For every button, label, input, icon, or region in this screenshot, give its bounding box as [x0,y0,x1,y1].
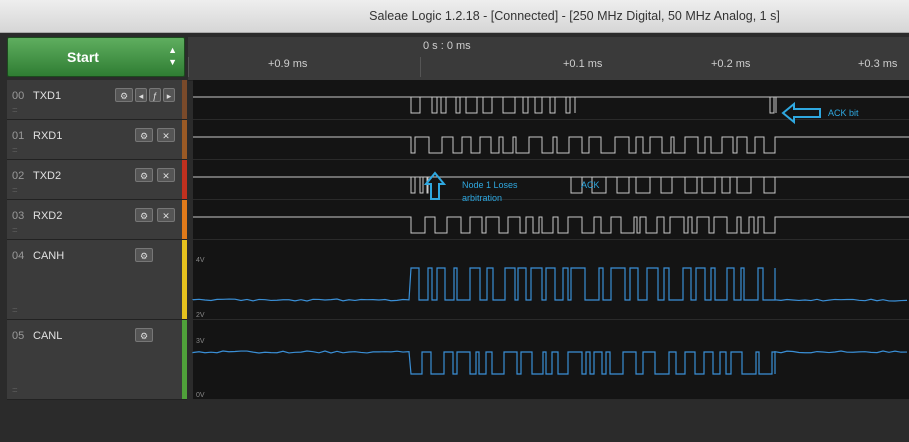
channel-number: 02 [12,170,25,182]
start-options-arrows[interactable]: ▲ ▼ [168,44,177,68]
timeline-tick: +0.9 ms [268,58,308,70]
channel-name[interactable]: TXD1 [33,90,61,102]
waveform-canl[interactable] [193,320,909,400]
start-button[interactable]: Start ▲ ▼ [7,37,185,77]
drag-handle-icon[interactable]: ::::: [12,187,18,194]
channel-color-bar [182,80,187,119]
drag-handle-icon[interactable]: ::::: [12,147,18,154]
timeline-tick: +0.1 ms [563,58,603,70]
gear-icon[interactable]: ⚙ [135,208,153,222]
timeline-divider [420,57,421,77]
waveform-rxd1[interactable] [193,120,909,160]
waveform-txd2[interactable] [193,160,909,200]
channel-name[interactable]: CANH [33,250,64,262]
channel-row-rxd2[interactable]: 03 RXD2 ⚙ ✕ ::::: [7,200,187,240]
channel-name[interactable]: TXD2 [33,170,61,182]
timeline-header[interactable]: 0 s : 0 ms +0.9 ms +0.1 ms +0.2 ms +0.3 … [188,37,909,81]
gear-icon[interactable]: ⚙ [135,128,153,142]
window-title: Saleae Logic 1.2.18 - [Connected] - [250… [369,9,780,23]
channel-number: 00 [12,90,25,102]
channel-number: 05 [12,330,25,342]
drag-handle-icon[interactable]: ::::: [12,107,18,114]
gear-icon[interactable]: ⚙ [135,248,153,262]
timeline-center-label: 0 s : 0 ms [423,40,471,52]
channel-row-rxd1[interactable]: 01 RXD1 ⚙ ✕ ::::: [7,120,187,160]
waveform-rxd2[interactable] [193,200,909,240]
channel-number: 01 [12,130,25,142]
waveform-canh[interactable] [193,240,909,320]
waveform-txd1[interactable] [193,80,909,120]
channel-name[interactable]: RXD1 [33,130,62,142]
gear-icon[interactable]: ⚙ [135,168,153,182]
next-edge-icon[interactable]: ▸ [163,88,175,102]
close-icon[interactable]: ✕ [157,128,175,142]
drag-handle-icon[interactable]: ::::: [12,227,18,234]
channel-color-bar [182,240,187,319]
start-button-label: Start [67,49,99,65]
trigger-edge-icon[interactable]: ƒ [149,88,161,102]
prev-edge-icon[interactable]: ◂ [135,88,147,102]
timeline-tick: +0.3 ms [858,58,898,70]
close-icon[interactable]: ✕ [157,208,175,222]
timeline-tick: +0.2 ms [711,58,751,70]
channel-name[interactable]: RXD2 [33,210,62,222]
triangle-down-icon[interactable]: ▼ [168,56,177,68]
channel-row-txd2[interactable]: 02 TXD2 ⚙ ✕ ::::: [7,160,187,200]
gear-icon[interactable]: ⚙ [135,328,153,342]
close-icon[interactable]: ✕ [157,168,175,182]
bottom-panel [0,402,909,442]
channel-number: 03 [12,210,25,222]
triangle-up-icon[interactable]: ▲ [168,44,177,56]
channel-color-bar [182,320,187,399]
channel-row-canl[interactable]: 05 CANL ⚙ ::::: [7,320,187,400]
channel-color-bar [182,160,187,199]
gear-icon[interactable]: ⚙ [115,88,133,102]
timeline-divider [188,57,189,77]
channel-number: 04 [12,250,25,262]
channel-color-bar [182,120,187,159]
channel-row-canh[interactable]: 04 CANH ⚙ ::::: [7,240,187,320]
drag-handle-icon[interactable]: ::::: [12,387,18,394]
channel-row-txd1[interactable]: 00 TXD1 ⚙ ◂ ƒ ▸ ::::: [7,80,187,120]
channel-color-bar [182,200,187,239]
title-bar: Saleae Logic 1.2.18 - [Connected] - [250… [0,0,909,33]
drag-handle-icon[interactable]: ::::: [12,307,18,314]
channel-name[interactable]: CANL [33,330,62,342]
